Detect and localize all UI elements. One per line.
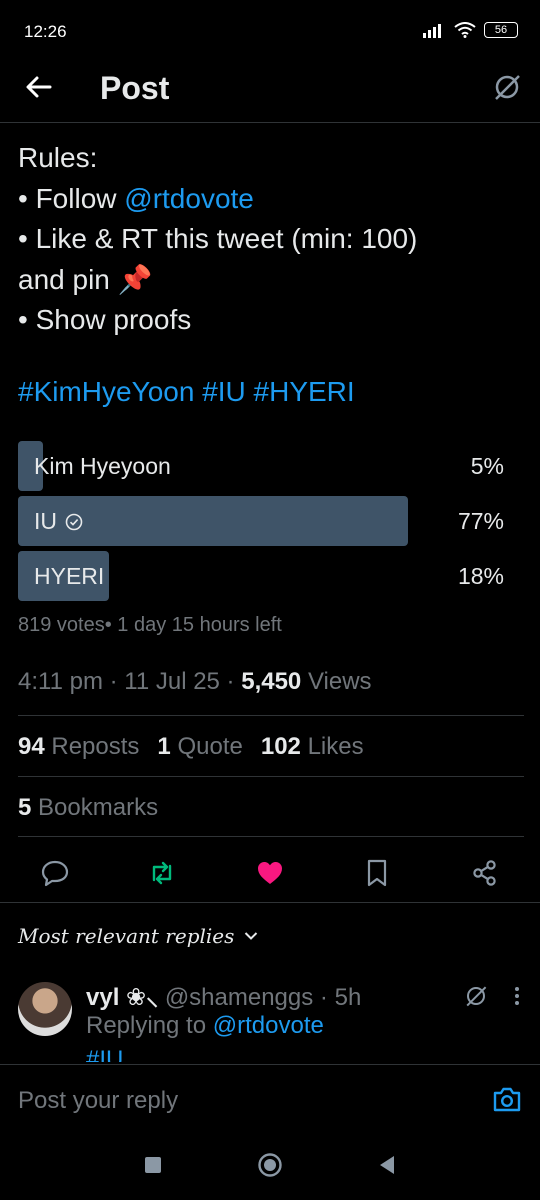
poll-percent: 77% — [457, 508, 504, 534]
reply-input[interactable]: Post your reply — [18, 1087, 178, 1115]
system-nav-bar — [0, 1130, 540, 1200]
reply-text[interactable]: #IU — [86, 1046, 123, 1062]
more-options-icon[interactable] — [514, 984, 520, 1008]
action-bar — [0, 852, 540, 902]
page-title: Post — [100, 70, 170, 106]
divider — [18, 836, 524, 837]
hashtags-link[interactable]: #KimHyeYoon #IU #HYERI — [18, 376, 355, 408]
divider — [18, 776, 524, 777]
views-count: 5,450 — [241, 668, 302, 695]
tweet-line: • Show proofs — [18, 304, 192, 335]
reply-icon[interactable] — [40, 858, 70, 888]
views-label: Views — [307, 668, 372, 695]
like-heart-icon[interactable] — [255, 858, 285, 888]
reposts-stat[interactable]: 94 Reposts — [18, 733, 139, 761]
status-time: 12:26 — [24, 22, 67, 41]
tweet-line: and pin 📌 — [18, 263, 153, 295]
chevron-down-icon — [245, 932, 258, 940]
divider — [18, 715, 524, 716]
recents-square-icon[interactable] — [140, 1152, 166, 1178]
bookmarks-stat[interactable]: 5 Bookmarks — [18, 794, 158, 822]
poll-time-left: 1 day 15 hours left — [117, 614, 282, 636]
reply-handle: @shamenggs — [164, 984, 314, 1011]
reply-age: 5h — [334, 984, 362, 1011]
grok-icon[interactable] — [492, 72, 522, 102]
mention-link[interactable]: @rtdovote — [124, 183, 254, 214]
signal-icon — [423, 24, 441, 38]
replies-sort-dropdown[interactable]: Most relevant replies — [18, 924, 258, 948]
tweet-line-prefix: • Follow — [18, 182, 125, 214]
reply-composer: Post your reply — [0, 1064, 540, 1131]
avatar[interactable] — [18, 982, 72, 1036]
poll-option-label: IU — [34, 508, 57, 534]
reply-actions — [464, 984, 520, 1008]
bookmark-icon[interactable] — [362, 858, 392, 888]
tweet-line: Rules: — [18, 142, 98, 173]
reply-author: vyl ❀⸜ @shamenggs · 5h — [86, 984, 362, 1011]
post-date: 11 Jul 25 — [124, 668, 220, 695]
post-timestamp: 4:11 pm · 11 Jul 25 · 5,450 Views — [18, 668, 372, 695]
poll-percent: 18% — [457, 563, 504, 589]
poll-option-iu: IU 77% — [18, 496, 504, 546]
repost-icon[interactable] — [147, 858, 177, 888]
home-circle-icon[interactable] — [257, 1152, 283, 1178]
back-arrow-icon[interactable] — [24, 72, 54, 102]
divider — [0, 902, 540, 903]
poll-votes: 819 votes — [18, 614, 105, 636]
top-bar: Post — [0, 56, 540, 123]
likes-stat[interactable]: 102 Likes — [261, 733, 364, 761]
share-icon[interactable] — [470, 858, 500, 888]
poll-option-kim-hyeyoon: Kim Hyeyoon 5% — [18, 441, 504, 491]
wifi-icon — [454, 22, 476, 38]
poll-meta: 819 votes• 1 day 15 hours left — [18, 614, 282, 636]
camera-icon[interactable] — [492, 1085, 522, 1113]
tweet-text: Rules: • Follow @rtdovote • Like & RT th… — [18, 138, 518, 341]
back-triangle-icon[interactable] — [374, 1152, 400, 1178]
poll-option-label: Kim Hyeyoon — [34, 453, 171, 479]
post-time: 4:11 pm — [18, 668, 103, 695]
grok-icon[interactable] — [464, 984, 488, 1008]
poll-option-hyeri: HYERI 18% — [18, 551, 504, 601]
tweet-line: • Like & RT this tweet (min: 100) — [18, 223, 418, 254]
check-circle-icon — [65, 513, 83, 530]
quotes-stat[interactable]: 1 Quote — [157, 733, 242, 761]
poll-percent: 5% — [470, 453, 504, 479]
tweet-line: • Follow @rtdovote — [18, 179, 518, 220]
status-icons: 56 — [422, 22, 518, 38]
reply-name[interactable]: vyl ❀⸜ — [86, 984, 158, 1011]
engagement-stats: 94 Reposts 1 Quote 102 Likes — [18, 733, 364, 761]
replying-to-link[interactable]: @rtdovote — [213, 1012, 324, 1039]
battery-indicator: 56 — [484, 22, 518, 38]
replies-sort-label: Most relevant replies — [18, 924, 235, 948]
poll-option-label: HYERI — [34, 563, 105, 589]
replying-to: Replying to @rtdovote — [86, 1012, 324, 1039]
